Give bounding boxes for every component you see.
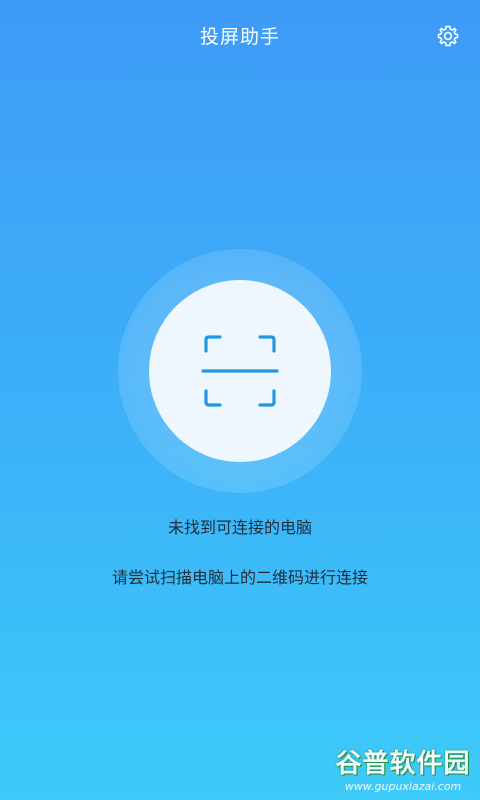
watermark: 谷普软件园 www.gupuxiazai.com — [332, 748, 474, 796]
settings-button[interactable] — [432, 20, 464, 52]
top-bar: 投屏助手 — [0, 0, 480, 72]
gear-icon — [437, 25, 459, 47]
watermark-logo: 谷普软件园 — [335, 749, 471, 779]
scan-button[interactable] — [149, 280, 331, 462]
no-device-message: 未找到可连接的电脑 — [167, 518, 312, 537]
watermark-url: www.gupuxiazai.com — [344, 780, 462, 793]
page-title: 投屏助手 — [199, 26, 280, 48]
scan-qr-icon — [201, 335, 279, 407]
scan-hint-text: 请尝试扫描电脑上的二维码进行连接 — [111, 568, 368, 587]
